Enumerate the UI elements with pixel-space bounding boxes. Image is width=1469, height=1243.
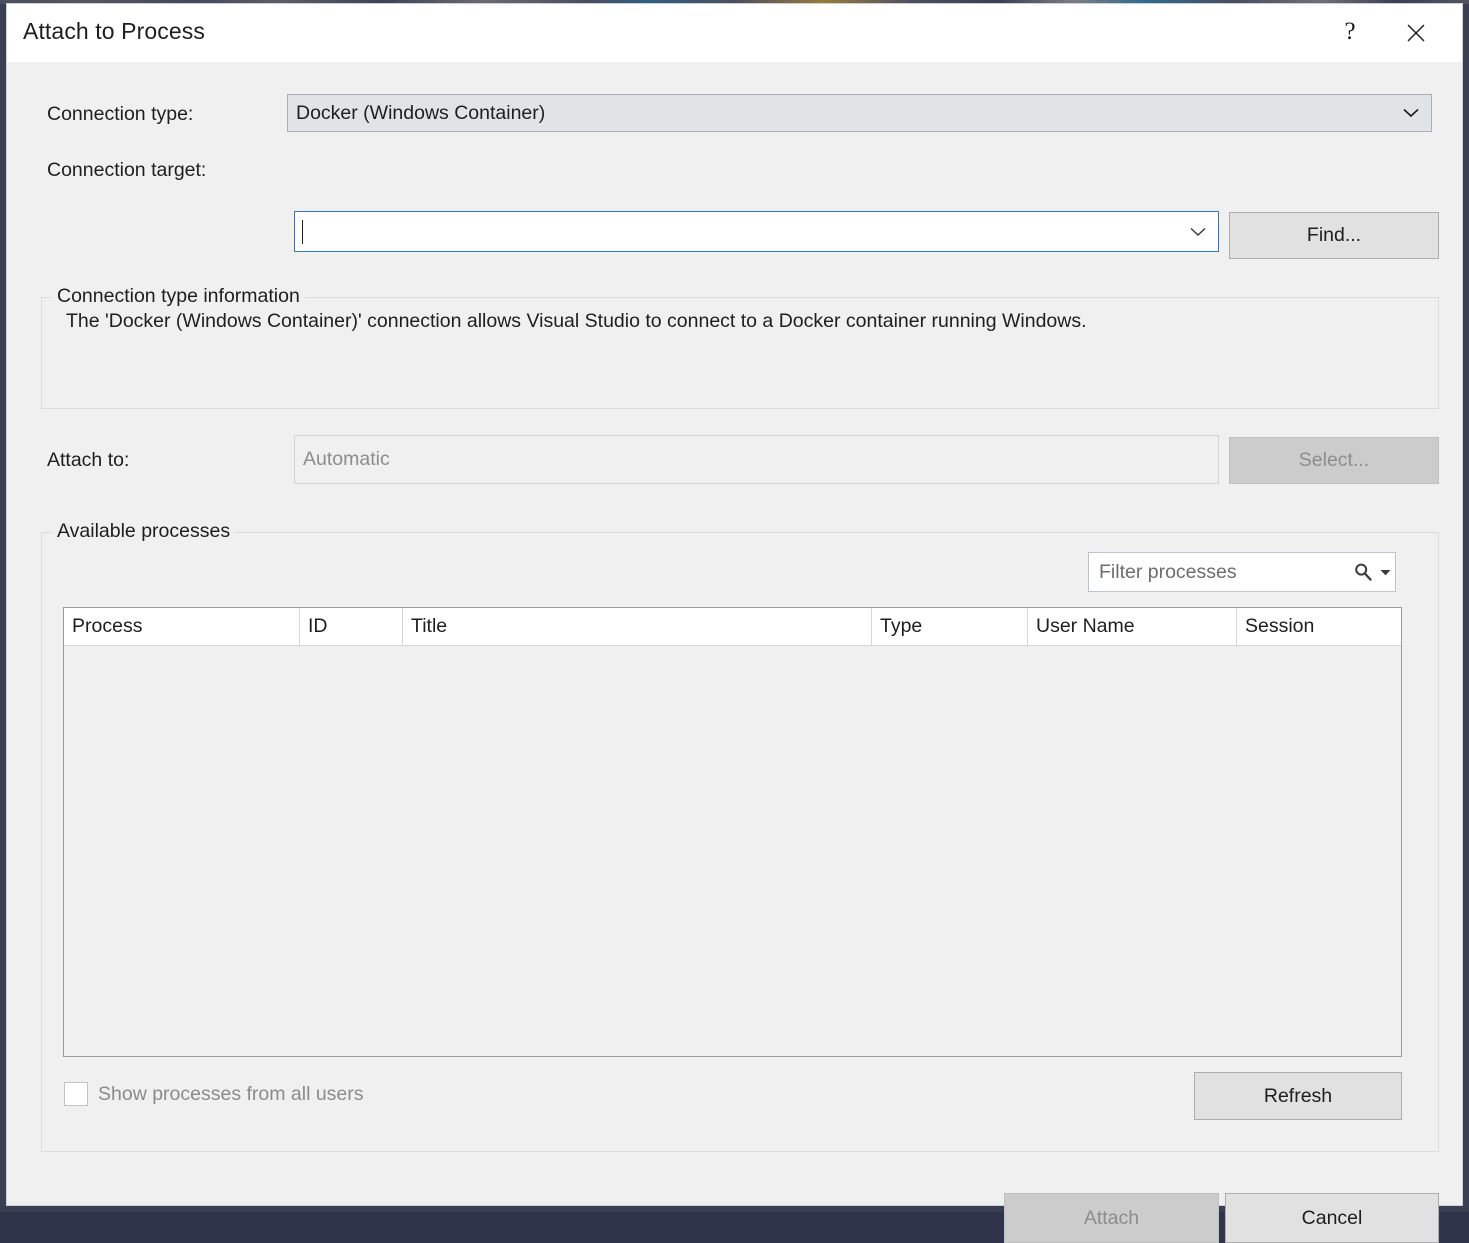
column-header-process[interactable]: Process: [64, 608, 300, 645]
attach-to-process-dialog: Attach to Process ? Connection type: Doc…: [6, 3, 1463, 1206]
refresh-button[interactable]: Refresh: [1194, 1072, 1402, 1120]
close-button[interactable]: [1388, 4, 1444, 61]
process-list-header: ProcessIDTitleTypeUser NameSession: [64, 608, 1401, 646]
filter-processes-input[interactable]: [1089, 553, 1350, 591]
available-processes-group: Available processes Process: [41, 532, 1439, 1152]
attach-button[interactable]: Attach: [1004, 1193, 1219, 1243]
attach-to-field: Automatic: [294, 435, 1219, 484]
help-button[interactable]: ?: [1322, 4, 1378, 61]
chevron-down-icon[interactable]: [1178, 227, 1218, 237]
connection-type-information-group: Connection type information The 'Docker …: [41, 297, 1439, 409]
chevron-down-icon: [1391, 108, 1431, 118]
cancel-button[interactable]: Cancel: [1225, 1193, 1439, 1243]
connection-target-dropdown[interactable]: [294, 211, 1219, 252]
column-header-title[interactable]: Title: [403, 608, 872, 645]
dialog-title: Attach to Process: [23, 18, 205, 45]
show-processes-from-all-users-checkbox[interactable]: [64, 1082, 88, 1106]
close-icon: [1405, 22, 1427, 44]
question-mark-icon: ?: [1344, 19, 1355, 44]
column-header-id[interactable]: ID: [300, 608, 403, 645]
dialog-content: Connection type: Docker (Windows Contain…: [7, 62, 1462, 1206]
connection-type-information-legend: Connection type information: [52, 285, 305, 308]
connection-type-dropdown[interactable]: Docker (Windows Container): [287, 94, 1432, 132]
process-list-body[interactable]: [64, 646, 1401, 1056]
filter-processes-box[interactable]: [1088, 552, 1396, 592]
column-header-session[interactable]: Session: [1237, 608, 1401, 645]
text-caret: [302, 220, 303, 244]
column-header-user-name[interactable]: User Name: [1028, 608, 1237, 645]
available-processes-list[interactable]: ProcessIDTitleTypeUser NameSession: [63, 607, 1402, 1057]
available-processes-legend: Available processes: [52, 520, 235, 543]
attach-to-value: Automatic: [295, 448, 390, 471]
attach-to-label: Attach to:: [47, 449, 129, 472]
select-button[interactable]: Select...: [1229, 437, 1439, 484]
find-button[interactable]: Find...: [1229, 212, 1439, 259]
connection-type-label: Connection type:: [47, 103, 193, 126]
connection-type-information-text: The 'Docker (Windows Container)' connect…: [66, 310, 1087, 333]
chevron-down-icon[interactable]: [1377, 569, 1395, 576]
connection-target-label: Connection target:: [47, 159, 206, 182]
search-icon[interactable]: [1350, 562, 1377, 582]
connection-target-input[interactable]: [295, 212, 1178, 251]
show-processes-from-all-users-label: Show processes from all users: [98, 1083, 364, 1106]
connection-type-value: Docker (Windows Container): [288, 102, 1391, 125]
show-processes-from-all-users-row[interactable]: Show processes from all users: [64, 1082, 364, 1106]
column-header-type[interactable]: Type: [872, 608, 1028, 645]
dialog-title-bar: Attach to Process ?: [7, 4, 1462, 62]
